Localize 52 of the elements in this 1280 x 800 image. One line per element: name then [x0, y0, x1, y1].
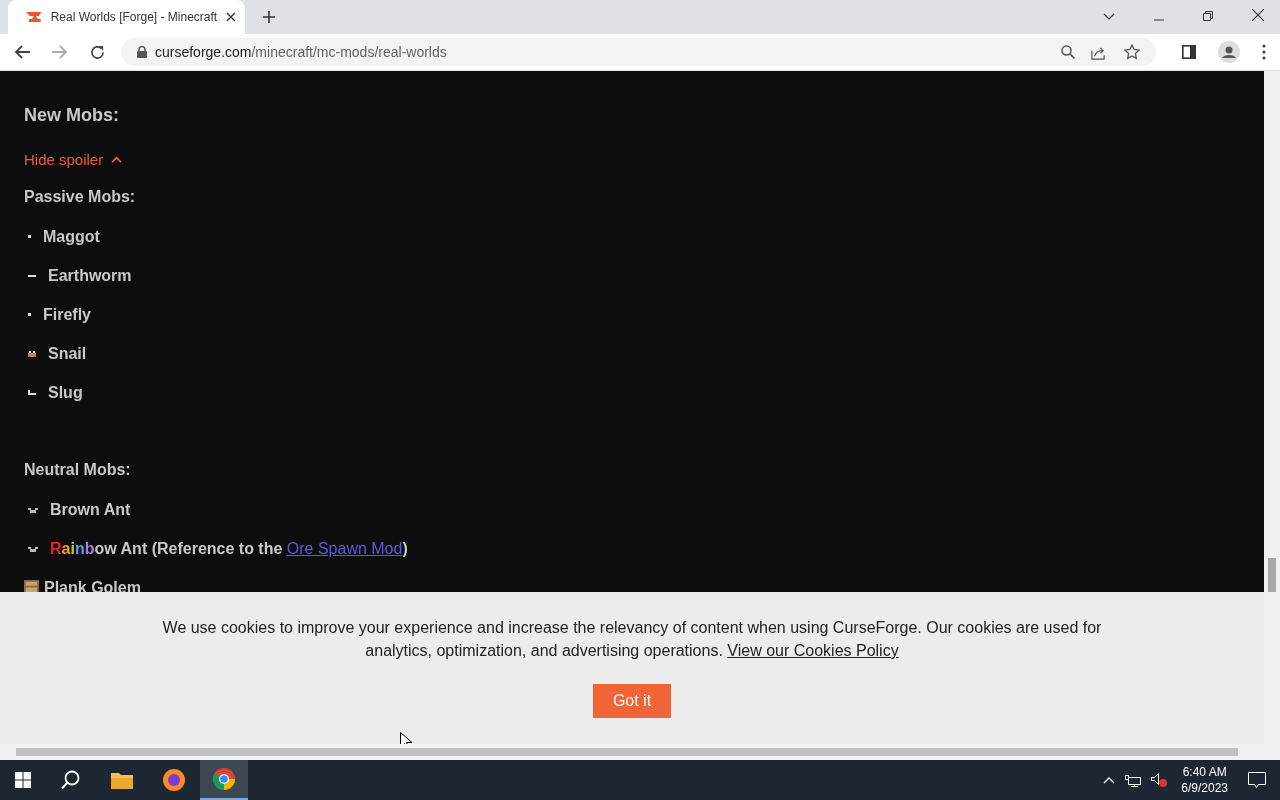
cookie-policy-link[interactable]: View our Cookies Policy [727, 642, 899, 659]
ant-icon [28, 506, 38, 513]
mob-name: Brown Ant [50, 500, 131, 519]
close-icon[interactable] [226, 12, 236, 22]
lock-icon [137, 46, 147, 58]
speaker-muted-icon[interactable] [1151, 773, 1168, 787]
mob-name: Slug [48, 383, 83, 402]
chrome-icon [213, 768, 235, 790]
star-icon[interactable] [1124, 44, 1140, 60]
section-heading: New Mobs: [24, 105, 120, 127]
folder-icon[interactable] [111, 771, 133, 789]
anvil-icon [26, 11, 42, 23]
mod-link[interactable]: Ore Spawn Mod [286, 539, 403, 557]
reload-icon[interactable] [90, 44, 105, 60]
horizontal-scrollbar[interactable] [0, 744, 1280, 760]
clock-time[interactable]: 6:40 AM [1182, 764, 1227, 780]
address-bar[interactable]: curseforge.com/minecraft/mc-mods/real-worlds [121, 38, 1156, 66]
tab-title: Real Worlds [Forge] - Minecraft [50, 10, 218, 24]
network-icon[interactable] [1125, 773, 1142, 787]
chrome-taskbar-item[interactable] [200, 760, 248, 800]
mob-name: Maggot [43, 227, 100, 246]
browser-globe-icon[interactable] [163, 769, 185, 791]
menu-icon[interactable] [1262, 44, 1266, 60]
clock-date[interactable]: 6/9/2023 [1181, 780, 1228, 796]
mob-name: Rainbow Ant (Reference to the Ore Spawn Mod) [50, 539, 408, 558]
mob-name: Firefly [43, 305, 91, 324]
spoiler-toggle[interactable]: Hide spoiler [24, 151, 1264, 168]
ant-icon [28, 545, 38, 552]
mob-name: Earthworm [48, 266, 132, 285]
cookie-notice: We use cookies to improve your experience and increase the relevancy of content when using CurseForge. Our cookies are used for analytics, optimization, and advertising operations. View our Cookies Policy [161, 618, 1103, 661]
restore-icon[interactable] [1203, 11, 1213, 21]
windows-icon[interactable] [15, 772, 31, 788]
vertical-scrollbar[interactable] [1264, 71, 1280, 744]
side-panel-icon[interactable] [1182, 45, 1196, 59]
profile-icon[interactable] [1218, 41, 1240, 63]
dash-icon [28, 274, 36, 277]
chevron-down-icon[interactable] [1103, 13, 1115, 21]
category-heading: Passive Mobs: [24, 188, 137, 207]
chevron-up-icon [111, 156, 123, 163]
back-icon[interactable] [14, 45, 30, 59]
notification-icon[interactable] [1248, 772, 1266, 788]
close-icon[interactable] [1252, 9, 1264, 21]
search-icon[interactable] [1061, 45, 1075, 59]
search-icon[interactable] [61, 770, 81, 790]
snail-icon [28, 350, 36, 357]
slug-icon [28, 390, 36, 395]
category-heading: Neutral Mobs: [24, 461, 132, 480]
mob-name: Snail [48, 344, 87, 363]
chevron-up-icon[interactable] [1103, 776, 1116, 784]
url-text: curseforge.com/minecraft/mc-mods/real-worlds [155, 44, 447, 60]
browser-tab[interactable]: Real Worlds [Forge] - Minecraft [8, 0, 245, 34]
new-tab-icon[interactable] [263, 11, 275, 23]
